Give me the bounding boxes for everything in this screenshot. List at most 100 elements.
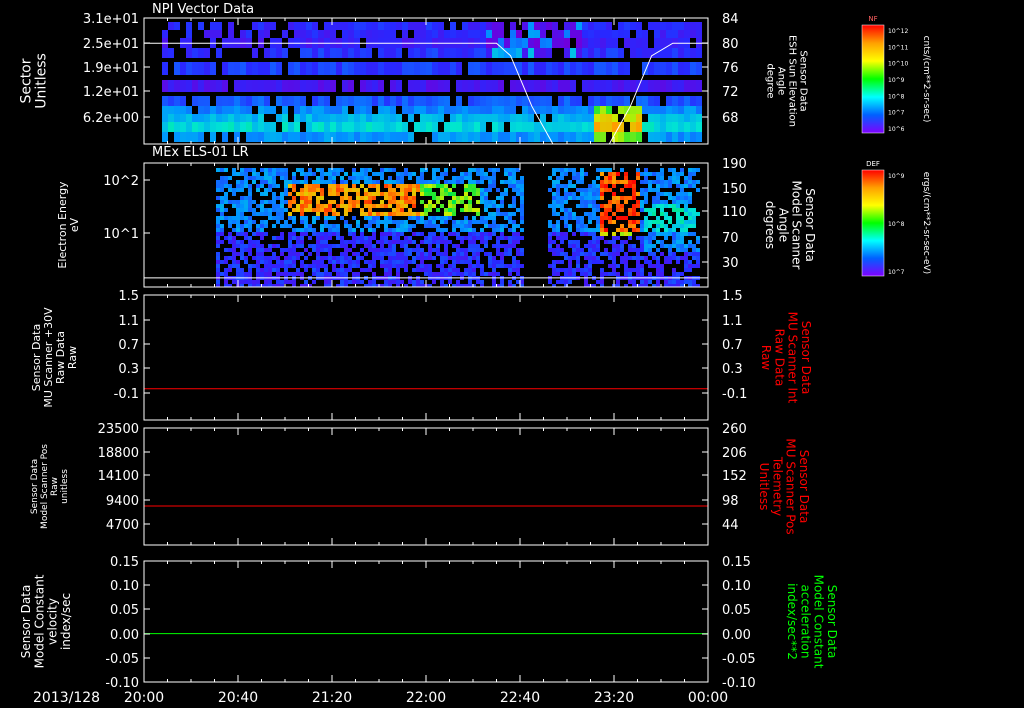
colorbar-unit-label: cnts/(cm**2-sr-sec) <box>921 36 931 123</box>
spectrogram-cell <box>688 172 692 176</box>
spectrogram-cell <box>420 184 424 188</box>
spectrogram-cell <box>432 232 436 236</box>
spectrogram-cell <box>692 212 696 216</box>
spectrogram-cell <box>492 22 498 30</box>
spectrogram-cell <box>510 114 516 122</box>
spectrogram-cell <box>528 38 534 48</box>
spectrogram-cell <box>428 248 432 252</box>
spectrogram-cell <box>392 248 396 252</box>
spectrogram-cell <box>680 232 684 236</box>
spectrogram-cell <box>258 106 264 114</box>
y2-tick-label: 84 <box>722 12 739 27</box>
spectrogram-cell <box>312 180 316 184</box>
spectrogram-cell <box>228 236 232 240</box>
spectrogram-cell <box>496 168 500 172</box>
spectrogram-cell <box>546 22 552 30</box>
spectrogram-cell <box>498 122 504 132</box>
spectrogram-cell <box>512 256 516 260</box>
spectrogram-cell <box>452 168 456 172</box>
spectrogram-cell <box>680 188 684 192</box>
spectrogram-cell <box>192 122 198 132</box>
spectrogram-cell <box>460 208 464 212</box>
spectrogram-cell <box>672 228 676 232</box>
spectrogram-cell <box>696 260 700 264</box>
spectrogram-cell <box>648 224 652 228</box>
spectrogram-cell <box>520 264 524 268</box>
spectrogram-cell <box>492 244 496 248</box>
panel-4: 235001880014100940047002602061529844Sens… <box>30 422 811 546</box>
spectrogram-cell <box>696 62 702 75</box>
spectrogram-cell <box>472 216 476 220</box>
spectrogram-cell <box>436 272 440 276</box>
spectrogram-cell <box>440 220 444 224</box>
spectrogram-cell <box>684 208 688 212</box>
spectrogram-cell <box>216 96 222 106</box>
spectrogram-cell <box>552 80 558 92</box>
spectrogram-cell <box>416 212 420 216</box>
spectrogram-cell <box>516 252 520 256</box>
colorbar-tick-label: 10^9 <box>888 173 905 180</box>
spectrogram-cell <box>316 188 320 192</box>
spectrogram-cell <box>372 244 376 248</box>
spectrogram-cell <box>664 260 668 264</box>
spectrogram-cell <box>440 172 444 176</box>
spectrogram-cell <box>300 240 304 244</box>
spectrogram-cell <box>558 122 564 132</box>
spectrogram-cell <box>444 268 448 272</box>
spectrogram-cell <box>492 220 496 224</box>
spectrogram-cell <box>568 192 572 196</box>
spectrogram-cell <box>390 114 396 122</box>
spectrogram-cell <box>668 244 672 248</box>
spectrogram-cell <box>384 48 390 58</box>
spectrogram-cell <box>400 244 404 248</box>
spectrogram-cell <box>460 196 464 200</box>
spectrogram-cell <box>652 264 656 268</box>
spectrogram-cell <box>636 272 640 276</box>
spectrogram-cell <box>280 280 284 284</box>
spectrogram-cell <box>618 22 624 30</box>
panel-2: MEx ELS-01 LR10^210^11901501107030Electr… <box>56 145 817 288</box>
spectrogram-cell <box>252 180 256 184</box>
spectrogram-cell <box>684 212 688 216</box>
spectrogram-cell <box>660 220 664 224</box>
spectrogram-cell <box>624 22 630 30</box>
spectrogram-cell <box>364 268 368 272</box>
spectrogram-cell <box>428 220 432 224</box>
spectrogram-cell <box>564 236 568 240</box>
spectrogram-cell <box>440 192 444 196</box>
spectrogram-cell <box>240 62 246 75</box>
spectrogram-cell <box>428 256 432 260</box>
spectrogram-cell <box>654 80 660 92</box>
spectrogram-cell <box>348 208 352 212</box>
spectrogram-cell <box>560 248 564 252</box>
spectrogram-cell <box>516 208 520 212</box>
spectrogram-cell <box>320 168 324 172</box>
spectrogram-cell <box>448 208 452 212</box>
spectrogram-cell <box>416 184 420 188</box>
spectrogram-cell <box>540 114 546 122</box>
spectrogram-cell <box>276 212 280 216</box>
spectrogram-cell <box>440 196 444 200</box>
spectrogram-cell <box>546 62 552 75</box>
y-tick-label: 1.9e+01 <box>83 61 139 76</box>
spectrogram-cell <box>500 260 504 264</box>
spectrogram-cell <box>510 62 516 75</box>
spectrogram-cell <box>426 122 432 132</box>
spectrogram-cell <box>348 62 354 75</box>
spectrogram-cell <box>648 106 654 114</box>
spectrogram-cell <box>616 252 620 256</box>
spectrogram-cell <box>684 256 688 260</box>
spectrogram-cell <box>342 132 348 142</box>
spectrogram-cell <box>508 172 512 176</box>
spectrogram-cell <box>204 106 210 114</box>
spectrogram-cell <box>432 248 436 252</box>
spectrogram-cell <box>228 232 232 236</box>
spectrogram-cell <box>472 248 476 252</box>
spectrogram-cell <box>246 132 252 142</box>
spectrogram-cell <box>264 212 268 216</box>
spectrogram-cell <box>388 212 392 216</box>
spectrogram-cell <box>248 176 252 180</box>
spectrogram-cell <box>168 114 174 122</box>
spectrogram-cell <box>534 38 540 48</box>
spectrogram-cell <box>276 168 280 172</box>
